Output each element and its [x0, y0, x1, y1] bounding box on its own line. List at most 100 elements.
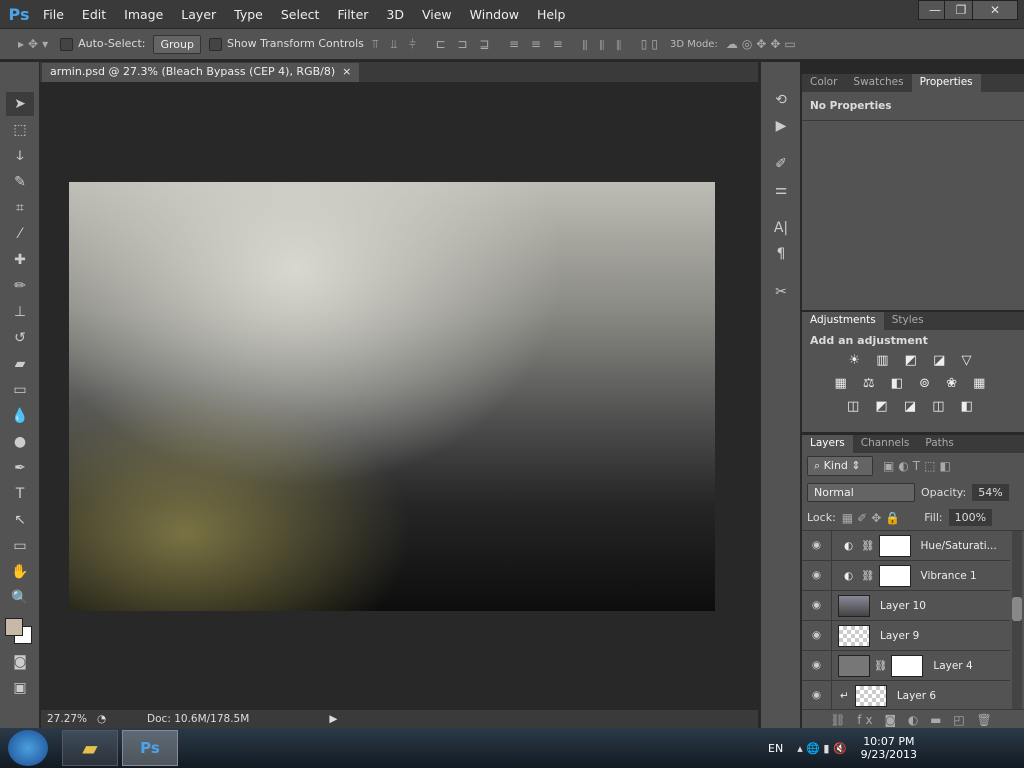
auto-select-checkbox[interactable]: Auto-Select: [60, 37, 145, 51]
clock[interactable]: 10:07 PM 9/23/2013 [861, 735, 917, 761]
close-button[interactable]: ✕ [972, 0, 1018, 20]
history-icon[interactable]: ⟲ [767, 88, 795, 112]
auto-select-dropdown[interactable]: Group [153, 34, 201, 54]
lasso-tool-icon[interactable]: ↆ [6, 144, 34, 168]
history-brush-icon[interactable]: ↺ [6, 326, 34, 350]
language-indicator[interactable]: EN [768, 742, 783, 755]
shape-tool-icon[interactable]: ▭ [6, 534, 34, 558]
fill-input[interactable]: 100% [948, 509, 993, 526]
adjustment-icons-row-2[interactable]: ▦ ⚖ ◧ ⊚ ❀ ▦ [802, 376, 1024, 391]
visibility-eye-icon[interactable]: ◉ [802, 651, 832, 680]
eyedropper-icon[interactable]: ⁄ [6, 222, 34, 246]
marquee-tool-icon[interactable]: ⬚ [6, 118, 34, 142]
menu-window[interactable]: Window [461, 7, 528, 22]
brush-panel-icon[interactable]: ✐ [767, 152, 795, 176]
3d-mode-label: 3D Mode: [669, 38, 718, 50]
fill-label: Fill: [924, 511, 943, 524]
menu-edit[interactable]: Edit [73, 7, 115, 22]
layer-row[interactable]: ◉ Layer 9 [802, 621, 1010, 651]
gradient-icon[interactable]: ▭ [6, 378, 34, 402]
status-menu-arrow[interactable]: ▶ [329, 713, 337, 725]
layers-list: ◉ ◐ ⛓ Hue/Saturati... ◉ ◐ ⛓ Vibrance 1 ◉ Layer … [802, 531, 1010, 709]
layer-name: Hue/Saturati... [920, 539, 997, 552]
document-canvas-image[interactable] [69, 182, 715, 611]
adjustment-icons-row-1[interactable]: ☀ ▥ ◩ ◪ ▽ [802, 353, 1024, 368]
brush-presets-icon[interactable]: ⚌ [767, 178, 795, 202]
adjustment-icons-row-3[interactable]: ◫ ◩ ◪ ◫ ◧ [802, 399, 1024, 414]
layer-row[interactable]: ◉ ◐ ⛓ Vibrance 1 [802, 561, 1010, 591]
tab-color[interactable]: Color [802, 74, 845, 92]
type-tool-icon[interactable]: T [6, 482, 34, 506]
layer-filter-kind[interactable]: ⌕ Kind ⇕ [807, 456, 873, 476]
pen-tool-icon[interactable]: ✒ [6, 456, 34, 480]
tab-adjustments[interactable]: Adjustments [802, 312, 884, 330]
brush-tool-icon[interactable]: ✏ [6, 274, 34, 298]
character-icon[interactable]: A| [767, 216, 795, 240]
lock-icons[interactable]: ▦✐✥🔒 [842, 511, 904, 525]
menu-image[interactable]: Image [115, 7, 172, 22]
photoshop-taskbar-icon[interactable]: Ps [122, 730, 178, 766]
layer-row[interactable]: ◉ ◐ ⛓ Hue/Saturati... [802, 531, 1010, 561]
dodge-icon[interactable]: ● [6, 430, 34, 454]
quick-select-icon[interactable]: ✎ [6, 170, 34, 194]
menu-select[interactable]: Select [272, 7, 329, 22]
layer-mask-thumbnail [878, 564, 911, 587]
tool-presets-icon[interactable]: ✂ [767, 280, 795, 304]
crop-tool-icon[interactable]: ⌗ [6, 196, 34, 220]
menu-3d[interactable]: 3D [377, 7, 413, 22]
layers-panel: Layers Channels Paths ⌕ Kind ⇕ ▣◐T⬚◧ Nor… [801, 435, 1024, 728]
3d-mode-icons[interactable]: ☁◎✥✥▭ [726, 37, 800, 51]
blur-icon[interactable]: 💧 [6, 404, 34, 428]
zoom-level[interactable]: 27.27% [47, 713, 87, 725]
layer-filter-icons[interactable]: ▣◐T⬚◧ [883, 459, 955, 473]
menu-help[interactable]: Help [528, 7, 575, 22]
layers-scrollbar[interactable] [1012, 531, 1022, 709]
opacity-label: Opacity: [921, 485, 967, 499]
screen-mode-icon[interactable]: ▣ [6, 676, 34, 700]
opacity-input[interactable]: 54% [972, 483, 1009, 501]
zoom-tool-icon[interactable]: 🔍 [6, 586, 34, 610]
document-tab[interactable]: armin.psd @ 27.3% (Bleach Bypass (CEP 4)… [42, 63, 360, 82]
hand-tool-icon[interactable]: ✋ [6, 560, 34, 584]
healing-brush-icon[interactable]: ✚ [6, 248, 34, 272]
layer-thumbnail [838, 654, 870, 677]
blend-mode-select[interactable]: Normal [807, 482, 915, 502]
photoshop-logo: Ps [8, 4, 30, 24]
path-select-icon[interactable]: ↖ [6, 508, 34, 532]
actions-icon[interactable]: ▶ [767, 114, 795, 138]
visibility-eye-icon[interactable]: ◉ [802, 531, 832, 560]
layer-row[interactable]: ◉ ⛓ Layer 4 [802, 651, 1010, 681]
layer-row[interactable]: ◉ Layer 10 [802, 591, 1010, 621]
tab-properties[interactable]: Properties [911, 74, 981, 92]
menu-file[interactable]: File [34, 7, 73, 22]
tab-swatches[interactable]: Swatches [845, 74, 911, 92]
menu-view[interactable]: View [413, 7, 461, 22]
move-tool-icon[interactable]: ▸✥▾ [18, 37, 52, 51]
align-icons[interactable]: ⫪ ⫫ ⫩ ⊏ ⊐ ⊒ ≡ ≡ ≡ ⫴ ⫴ ⫴ ▯▯ [372, 37, 662, 52]
tab-layers[interactable]: Layers [802, 435, 853, 453]
show-transform-checkbox[interactable]: Show Transform Controls [208, 37, 364, 51]
layer-actions-icons[interactable]: ⛓ fx ◙ ◐ ▬ ◰ 🗑 [802, 709, 1024, 728]
visibility-eye-icon[interactable]: ◉ [802, 621, 832, 650]
visibility-eye-icon[interactable]: ◉ [802, 591, 832, 620]
paragraph-icon[interactable]: ¶ [767, 242, 795, 266]
close-tab-icon[interactable]: × [342, 65, 351, 78]
layer-row[interactable]: ◉ ↵ Layer 6 [802, 681, 1010, 709]
menu-layer[interactable]: Layer [172, 7, 225, 22]
eraser-icon[interactable]: ▰ [6, 352, 34, 376]
visibility-eye-icon[interactable]: ◉ [802, 561, 832, 590]
clone-stamp-icon[interactable]: ⊥ [6, 300, 34, 324]
tray-icons[interactable]: ▴ 🌐 ▮ 🔇 [797, 742, 846, 755]
explorer-taskbar-icon[interactable]: ▰ [62, 730, 118, 766]
quick-mask-icon[interactable]: ◙ [6, 650, 34, 674]
move-tool-icon[interactable]: ➤ [6, 92, 34, 116]
tab-styles[interactable]: Styles [884, 312, 932, 330]
start-button[interactable] [8, 730, 48, 766]
color-swatches[interactable] [0, 612, 39, 648]
visibility-eye-icon[interactable]: ◉ [802, 681, 832, 709]
tab-channels[interactable]: Channels [853, 435, 918, 453]
menu-filter[interactable]: Filter [328, 7, 377, 22]
tab-paths[interactable]: Paths [917, 435, 962, 453]
menu-type[interactable]: Type [225, 7, 272, 22]
link-icon: ⛓ [874, 660, 888, 672]
